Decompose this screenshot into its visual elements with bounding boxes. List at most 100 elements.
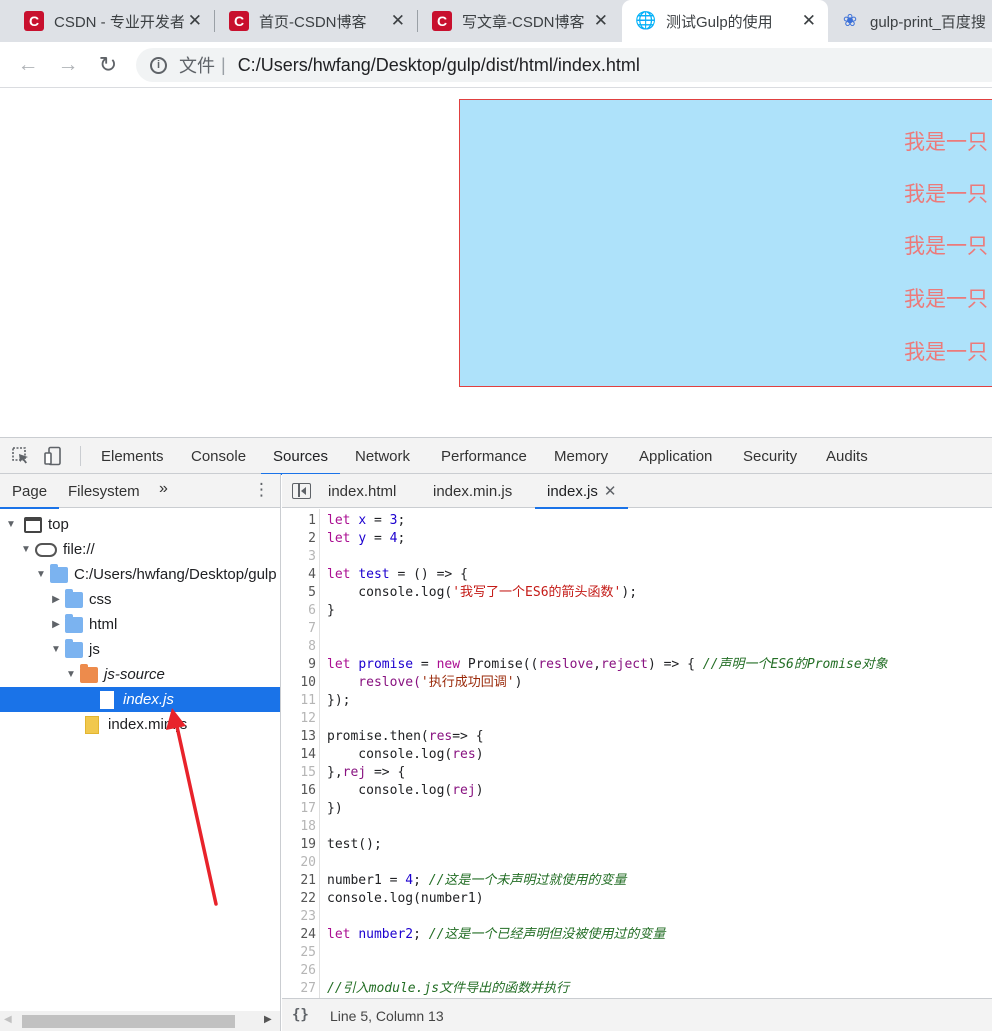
expanded-triangle-icon[interactable]: ▼ <box>4 519 18 530</box>
tab-elements[interactable]: Elements <box>99 438 166 474</box>
code-line: promise.then(res=> { <box>327 729 484 744</box>
tab-console[interactable]: Console <box>189 438 248 474</box>
tab-security[interactable]: Security <box>741 438 799 474</box>
tab-network[interactable]: Network <box>353 438 412 474</box>
file-icon <box>100 690 114 709</box>
tab-filesystem[interactable]: Filesystem <box>68 474 140 508</box>
expanded-triangle-icon[interactable]: ▼ <box>19 544 33 555</box>
address-bar[interactable]: i 文件 | C:/Users/hwfang/Desktop/gulp/dist… <box>136 48 992 82</box>
tab-title: 测试Gulp的使用 <box>666 13 773 31</box>
line-number: 11 <box>300 693 316 708</box>
content-box: 我是一只 我是一只 我是一只 我是一只 我是一只 <box>459 99 992 387</box>
line-number: 5 <box>308 585 316 600</box>
code-line: let number2; //这是一个已经声明但没被使用过的变量 <box>327 927 666 942</box>
back-arrow-icon[interactable]: ← <box>14 51 42 79</box>
content-line: 我是一只 <box>904 288 988 311</box>
line-number: 6 <box>308 603 316 618</box>
close-tab-icon[interactable]: ✕ <box>188 11 202 31</box>
line-number: 20 <box>300 855 316 870</box>
line-number: 17 <box>300 801 316 816</box>
toggle-navigator-icon[interactable] <box>292 483 311 499</box>
code-line: console.log(number1) <box>327 891 484 906</box>
sources-editor: index.html index.min.js index.js ✕ 1 2 3 … <box>282 474 992 1031</box>
tree-item-file-scheme[interactable]: ▼ file:// <box>0 537 280 562</box>
browser-tab-csdn-home[interactable]: C 首页-CSDN博客 ✕ <box>215 0 417 42</box>
tree-item-index-min-js[interactable]: index.min.js <box>0 712 280 737</box>
tab-page[interactable]: Page <box>0 474 60 509</box>
line-number: 2 <box>308 531 316 546</box>
editor-status-bar: {} Line 5, Column 13 <box>282 998 992 1031</box>
devtools: Elements Console Sources Network Perform… <box>0 437 992 1031</box>
info-icon[interactable]: i <box>150 56 167 74</box>
sources-navigator: Page Filesystem » ⋮ ▼ top ▼ file:// ▼ C:… <box>0 474 281 1031</box>
close-icon[interactable]: ✕ <box>604 483 617 500</box>
browser-tab-gulp-active[interactable]: 🌐 测试Gulp的使用 ✕ <box>622 0 828 42</box>
collapsed-triangle-icon[interactable]: ▶ <box>49 594 63 605</box>
more-tabs-icon[interactable]: » <box>159 480 168 498</box>
navigator-horizontal-scrollbar[interactable]: ◀ ▶ <box>0 1011 280 1031</box>
folder-icon <box>65 613 83 633</box>
tab-application[interactable]: Application <box>637 438 714 474</box>
tree-item-gulp-folder[interactable]: ▼ C:/Users/hwfang/Desktop/gulp <box>0 562 280 587</box>
content-line: 我是一只 <box>904 183 988 206</box>
forward-arrow-icon[interactable]: → <box>54 51 82 79</box>
tab-performance[interactable]: Performance <box>439 438 529 474</box>
tree-item-js-source[interactable]: ▼ js-source <box>0 662 280 687</box>
editor-tab-index-min-js[interactable]: index.min.js <box>433 474 512 508</box>
tree-item-html[interactable]: ▶ html <box>0 612 280 637</box>
url-text[interactable]: C:/Users/hwfang/Desktop/gulp/dist/html/i… <box>238 55 640 76</box>
reload-icon[interactable]: ↻ <box>94 51 122 79</box>
expanded-triangle-icon[interactable]: ▼ <box>49 644 63 655</box>
content-line: 我是一只 <box>904 235 988 258</box>
scroll-right-icon[interactable]: ▶ <box>264 1014 272 1025</box>
tab-title: gulp-print_百度搜 <box>870 13 986 31</box>
content-line: 我是一只 <box>904 341 988 364</box>
csdn-icon: C <box>24 11 44 31</box>
tree-item-label: js <box>89 641 100 658</box>
browser-tab-csdn[interactable]: C CSDN - 专业开发者 ✕ <box>0 0 214 42</box>
expanded-triangle-icon[interactable]: ▼ <box>64 669 78 680</box>
collapsed-triangle-icon[interactable]: ▶ <box>49 619 63 630</box>
line-number: 22 <box>300 891 316 906</box>
tree-item-label: file:// <box>63 541 95 558</box>
scroll-left-icon[interactable]: ◀ <box>4 1014 12 1025</box>
line-number: 21 <box>300 873 316 888</box>
tree-item-index-js[interactable]: index.js <box>0 687 280 712</box>
tab-memory[interactable]: Memory <box>552 438 610 474</box>
tree-item-label: js-source <box>104 666 165 683</box>
devtools-panel-tabs: Elements Console Sources Network Perform… <box>0 438 992 475</box>
tree-item-top[interactable]: ▼ top <box>0 512 280 537</box>
editor-tabs: index.html index.min.js index.js ✕ <box>282 474 992 509</box>
tab-sources[interactable]: Sources <box>260 438 341 475</box>
scrollbar-thumb[interactable] <box>22 1015 235 1028</box>
close-tab-icon[interactable]: ✕ <box>802 11 816 31</box>
page-viewport: 我是一只 我是一只 我是一只 我是一只 我是一只 <box>0 89 992 437</box>
close-tab-icon[interactable]: ✕ <box>391 11 405 31</box>
tree-item-css[interactable]: ▶ css <box>0 587 280 612</box>
editor-tab-index-js[interactable]: index.js ✕ <box>534 474 629 509</box>
line-number: 15 <box>300 765 316 780</box>
folder-icon <box>65 638 83 658</box>
device-toolbar-icon[interactable] <box>43 446 63 466</box>
line-number: 1 <box>308 513 316 528</box>
pretty-print-icon[interactable]: {} <box>292 1007 309 1023</box>
editor-tab-index-html[interactable]: index.html <box>328 474 396 508</box>
frame-icon <box>24 516 42 533</box>
tree-item-label: css <box>89 591 112 608</box>
code-area[interactable]: 1 2 3 4 5 6 7 8 9 10 11 12 13 14 15 16 1… <box>282 509 992 998</box>
csdn-icon: C <box>432 11 452 31</box>
line-number: 18 <box>300 819 316 834</box>
inspect-element-icon[interactable] <box>11 446 31 466</box>
code-line: console.log('我写了一个ES6的箭头函数'); <box>327 585 638 600</box>
tab-title: 首页-CSDN博客 <box>259 13 367 31</box>
kebab-menu-icon[interactable]: ⋮ <box>253 480 270 500</box>
tree-item-js[interactable]: ▼ js <box>0 637 280 662</box>
line-number: 9 <box>308 657 316 672</box>
line-number: 13 <box>300 729 316 744</box>
browser-tab-csdn-write[interactable]: C 写文章-CSDN博客 ✕ <box>418 0 620 42</box>
browser-tab-baidu[interactable]: ❀ gulp-print_百度搜 <box>828 0 992 42</box>
close-tab-icon[interactable]: ✕ <box>594 11 608 31</box>
tab-audits[interactable]: Audits <box>824 438 870 474</box>
expanded-triangle-icon[interactable]: ▼ <box>34 569 48 580</box>
code-line: }); <box>327 693 351 708</box>
